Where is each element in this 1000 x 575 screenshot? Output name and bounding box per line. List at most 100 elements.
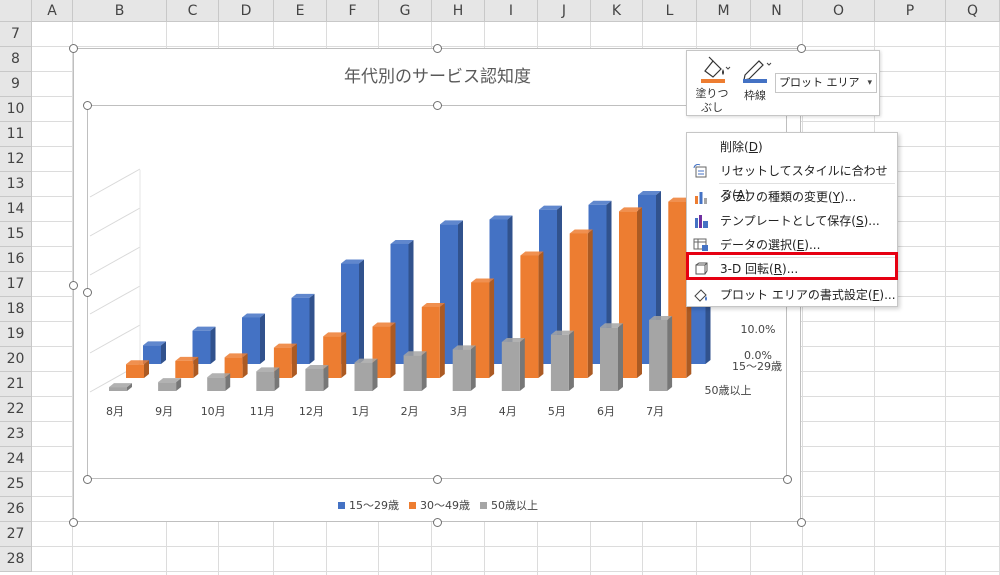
x-tick-label: 6月 — [597, 405, 615, 418]
menu-item-reset-style[interactable]: リセットしてスタイルに合わせる(A) — [687, 159, 897, 202]
resize-handle[interactable] — [68, 43, 78, 53]
paint-bucket-icon — [701, 56, 731, 83]
save-template-icon — [695, 215, 708, 228]
resize-handle[interactable] — [796, 43, 806, 53]
chart-bar — [403, 355, 422, 391]
bar-side — [390, 322, 396, 378]
bar-side — [359, 259, 364, 364]
gridline — [89, 207, 141, 237]
x-tick-label: 7月 — [646, 405, 664, 418]
x-tick-label: 8月 — [106, 405, 124, 418]
bar-side — [618, 323, 623, 391]
legend-item-1[interactable]: 15～29歳 — [338, 497, 399, 513]
legend-label: 15～29歳 — [349, 499, 399, 512]
legend-label: 30～49歳 — [420, 499, 470, 512]
x-tick-label: 10月 — [201, 405, 226, 418]
fill-label-2: ぶし — [701, 101, 723, 114]
resize-handle[interactable] — [432, 100, 442, 110]
bar-side — [242, 353, 248, 378]
bar-side — [291, 343, 297, 378]
bar-side — [667, 315, 673, 391]
bar-side — [309, 293, 315, 364]
chart-bar — [550, 334, 569, 391]
resize-handle[interactable] — [432, 474, 442, 484]
x-tick-label: 2月 — [401, 405, 419, 418]
chart-bar — [354, 362, 373, 391]
outline-label: 枠線 — [744, 89, 766, 102]
menu-item-change-chart-type[interactable]: グラフの種類の変更(Y)... — [687, 185, 897, 209]
chart-bar — [175, 360, 194, 378]
menu-item-label: プロット エリアの書式設定(F)... — [720, 288, 896, 302]
x-tick-label: 11月 — [250, 405, 275, 418]
bar-side — [568, 330, 574, 391]
bar-side — [637, 207, 642, 378]
legend-swatch-orange — [409, 501, 416, 509]
bar-side — [538, 251, 544, 378]
bar-side — [421, 351, 427, 391]
resize-handle[interactable] — [432, 517, 442, 527]
chart-bar — [207, 377, 226, 391]
x-tick-label: 5月 — [548, 405, 566, 418]
legend-label: 50歳以上 — [491, 499, 538, 512]
format-paint-icon — [694, 289, 707, 302]
chart-bar — [305, 368, 324, 391]
bar-side — [470, 345, 476, 391]
x-tick-label: 9月 — [155, 405, 173, 418]
x-tick-label: 1月 — [352, 405, 370, 418]
resize-handle[interactable] — [68, 280, 78, 290]
bar-side — [210, 326, 216, 364]
pen-outline-icon — [743, 60, 772, 83]
menu-item-save-template[interactable]: テンプレートとして保存(S)... — [687, 209, 897, 233]
reset-style-icon — [693, 164, 707, 178]
format-mini-toolbar: 塗りつ ぶし 枠線 プロット エリア ▾ — [686, 50, 880, 116]
legend-item-2[interactable]: 30～49歳 — [409, 497, 470, 513]
chevron-down-icon: ▾ — [867, 78, 872, 88]
context-menu: 削除(D) リセットしてスタイルに合わせる(A) グラフの種類の変更(Y)...… — [686, 132, 898, 307]
bar-side — [489, 278, 495, 378]
resize-handle[interactable] — [796, 517, 806, 527]
chart-bar — [452, 349, 471, 391]
resize-handle[interactable] — [82, 100, 92, 110]
bar-side — [260, 313, 265, 364]
resize-handle[interactable] — [82, 287, 92, 297]
menu-item-label: テンプレートとして保存(S)... — [720, 214, 880, 228]
bar-chart-icon — [695, 192, 707, 204]
depth-axis-label: 15～29歳 — [732, 360, 782, 373]
bar-side — [439, 302, 445, 378]
fill-button[interactable]: 塗りつ ぶし — [693, 55, 731, 115]
chart-bar — [256, 371, 275, 391]
menu-item-label: グラフの種類の変更(Y)... — [720, 190, 857, 204]
fill-label: 塗りつ — [695, 87, 729, 100]
chart-element-select[interactable]: プロット エリア ▾ — [775, 73, 877, 93]
bar-side — [274, 367, 280, 391]
chart-bar — [649, 319, 668, 391]
bar-side — [458, 220, 463, 364]
legend-item-3[interactable]: 50歳以上 — [480, 497, 538, 513]
x-tick-label: 12月 — [299, 405, 324, 418]
resize-handle[interactable] — [432, 43, 442, 53]
chart-bar — [158, 382, 177, 391]
depth-axis-label: 50歳以上 — [705, 384, 752, 397]
bar-side — [519, 338, 525, 391]
resize-handle[interactable] — [68, 517, 78, 527]
legend-swatch-blue — [338, 501, 345, 509]
highlight-box — [686, 252, 898, 280]
menu-item-delete[interactable]: 削除(D) — [687, 135, 897, 159]
gridline — [89, 285, 141, 315]
x-tick-label: 3月 — [450, 405, 468, 418]
y-tick-label: 10.0% — [741, 323, 776, 336]
legend-swatch-gray — [480, 501, 487, 509]
resize-handle[interactable] — [82, 474, 92, 484]
menu-separator — [719, 183, 895, 184]
menu-item-format-plot-area[interactable]: プロット エリアの書式設定(F)... — [687, 283, 897, 307]
gridline — [89, 324, 141, 354]
bar-side — [323, 364, 329, 391]
resize-handle[interactable] — [782, 474, 792, 484]
chart-element-select-value: プロット エリア — [779, 76, 860, 89]
gridline — [89, 168, 141, 198]
outline-button[interactable]: 枠線 — [737, 55, 773, 103]
chart-bar — [600, 327, 618, 391]
chart-bar — [109, 387, 127, 391]
menu-item-label: 削除(D) — [720, 140, 763, 154]
chart-bar — [501, 342, 520, 391]
